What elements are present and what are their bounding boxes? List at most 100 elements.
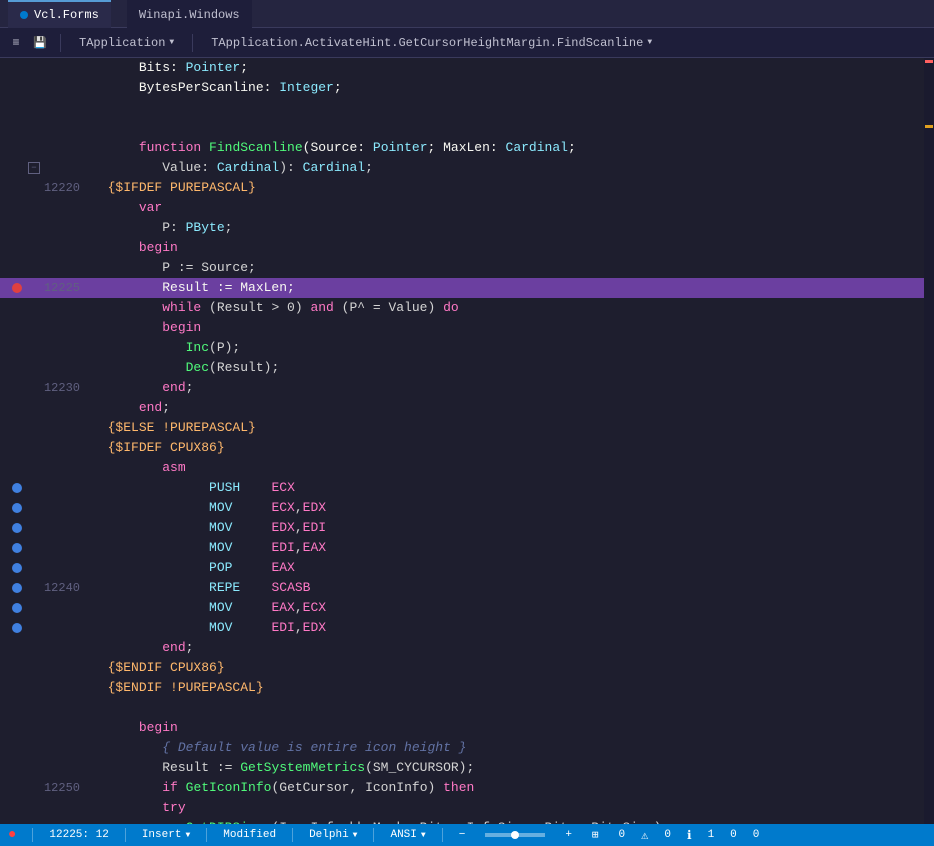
fold-icon[interactable] <box>28 622 40 634</box>
breakpoint-empty[interactable] <box>12 163 22 173</box>
breakpoint-empty[interactable] <box>12 443 22 453</box>
fold-icon[interactable] <box>28 582 40 594</box>
fold-icon[interactable] <box>28 782 40 794</box>
table-row: { Default value is entire icon height } <box>0 738 924 758</box>
fold-icon[interactable] <box>28 322 40 334</box>
status-count-0-2: 0 <box>664 829 671 841</box>
breakpoint-empty[interactable] <box>12 303 22 313</box>
fold-icon[interactable] <box>28 122 40 134</box>
breakpoint-empty[interactable] <box>12 703 22 713</box>
breakpoint-empty[interactable] <box>12 763 22 773</box>
breakpoint-empty[interactable] <box>12 83 22 93</box>
fold-icon[interactable] <box>28 602 40 614</box>
breakpoint-empty[interactable] <box>12 263 22 273</box>
breakpoint-blue[interactable] <box>12 603 22 613</box>
breakpoint-empty[interactable] <box>12 663 22 673</box>
fold-icon[interactable] <box>28 362 40 374</box>
fold-icon[interactable] <box>28 522 40 534</box>
menu-icon[interactable]: ≡ <box>8 35 24 51</box>
breakpoint-empty[interactable] <box>12 223 22 233</box>
zoom-icon[interactable]: ⊞ <box>592 828 599 842</box>
breakpoint-empty[interactable] <box>12 343 22 353</box>
fold-icon[interactable] <box>28 282 40 294</box>
breakpoint-empty[interactable] <box>12 723 22 733</box>
right-scrollbar[interactable] <box>924 58 934 824</box>
save-icon[interactable]: 💾 <box>32 35 48 51</box>
fold-icon[interactable]: − <box>28 162 40 174</box>
insert-mode[interactable]: Insert ▼ <box>142 829 190 841</box>
tab-winapi-windows[interactable]: Winapi.Windows <box>127 0 252 28</box>
fold-icon[interactable] <box>28 382 40 394</box>
fold-icon[interactable] <box>28 642 40 654</box>
fold-icon[interactable] <box>28 182 40 194</box>
fold-icon[interactable] <box>28 82 40 94</box>
breakpoint-empty[interactable] <box>12 643 22 653</box>
breakpoint-blue[interactable] <box>12 543 22 553</box>
breakpoint-empty[interactable] <box>12 803 22 813</box>
breakpoint-blue[interactable] <box>12 563 22 573</box>
fold-icon[interactable] <box>28 802 40 814</box>
zoom-minus[interactable]: − <box>459 829 466 841</box>
breakpoint-empty[interactable] <box>12 323 22 333</box>
fold-icon[interactable] <box>28 502 40 514</box>
fold-icon[interactable] <box>28 342 40 354</box>
breakpoint-red[interactable] <box>12 283 22 293</box>
line-content: MOV EDI,EAX <box>88 538 326 558</box>
breakpoint-blue[interactable] <box>12 623 22 633</box>
fold-icon[interactable] <box>28 722 40 734</box>
tab-vcl-forms[interactable]: Vcl.Forms <box>8 0 111 28</box>
breakpoint-empty[interactable] <box>12 143 22 153</box>
fold-icon[interactable] <box>28 402 40 414</box>
fold-icon[interactable] <box>28 462 40 474</box>
breakpoint-empty[interactable] <box>12 243 22 253</box>
encoding-selector[interactable]: ANSI ▼ <box>390 829 425 841</box>
breakpoint-empty[interactable] <box>12 183 22 193</box>
fold-icon[interactable] <box>28 62 40 74</box>
breakpoint-blue[interactable] <box>12 483 22 493</box>
fold-icon[interactable] <box>28 302 40 314</box>
breakpoint-empty[interactable] <box>12 743 22 753</box>
fold-icon[interactable] <box>28 822 40 824</box>
nav-dropdown-left[interactable]: TApplication ▼ <box>73 34 180 52</box>
status-separator-5 <box>373 828 374 842</box>
breakpoint-empty[interactable] <box>12 383 22 393</box>
table-row: MOV ECX,EDX <box>0 498 924 518</box>
code-editor[interactable]: Bits: Pointer; BytesPerScanline: Integer… <box>0 58 934 824</box>
breakpoint-empty[interactable] <box>12 463 22 473</box>
breakpoint-empty[interactable] <box>12 123 22 133</box>
fold-icon[interactable] <box>28 422 40 434</box>
nav-dropdown-right[interactable]: TApplication.ActivateHint.GetCursorHeigh… <box>205 34 658 52</box>
breakpoint-empty[interactable] <box>12 63 22 73</box>
breakpoint-blue[interactable] <box>12 583 22 593</box>
fold-icon[interactable] <box>28 142 40 154</box>
zoom-plus[interactable]: + <box>565 829 572 841</box>
fold-icon[interactable] <box>28 242 40 254</box>
breakpoint-empty[interactable] <box>12 363 22 373</box>
breakpoint-empty[interactable] <box>12 823 22 824</box>
fold-icon[interactable] <box>28 262 40 274</box>
breakpoint-empty[interactable] <box>12 403 22 413</box>
fold-icon[interactable] <box>28 442 40 454</box>
fold-icon[interactable] <box>28 682 40 694</box>
breakpoint-empty[interactable] <box>12 423 22 433</box>
breakpoint-empty[interactable] <box>12 203 22 213</box>
fold-icon[interactable] <box>28 102 40 114</box>
fold-icon[interactable] <box>28 702 40 714</box>
line-content: try <box>88 798 186 818</box>
language-selector[interactable]: Delphi ▼ <box>309 829 357 841</box>
breakpoint-empty[interactable] <box>12 103 22 113</box>
breakpoint-blue[interactable] <box>12 503 22 513</box>
fold-icon[interactable] <box>28 742 40 754</box>
breakpoint-empty[interactable] <box>12 783 22 793</box>
fold-icon[interactable] <box>28 562 40 574</box>
fold-icon[interactable] <box>28 482 40 494</box>
breakpoint-empty[interactable] <box>12 683 22 693</box>
fold-icon[interactable] <box>28 762 40 774</box>
breakpoint-blue[interactable] <box>12 523 22 533</box>
fold-icon[interactable] <box>28 542 40 554</box>
fold-icon[interactable] <box>28 222 40 234</box>
fold-icon[interactable] <box>28 202 40 214</box>
zoom-thumb[interactable] <box>511 831 519 839</box>
fold-icon[interactable] <box>28 662 40 674</box>
table-row: P: PByte; <box>0 218 924 238</box>
